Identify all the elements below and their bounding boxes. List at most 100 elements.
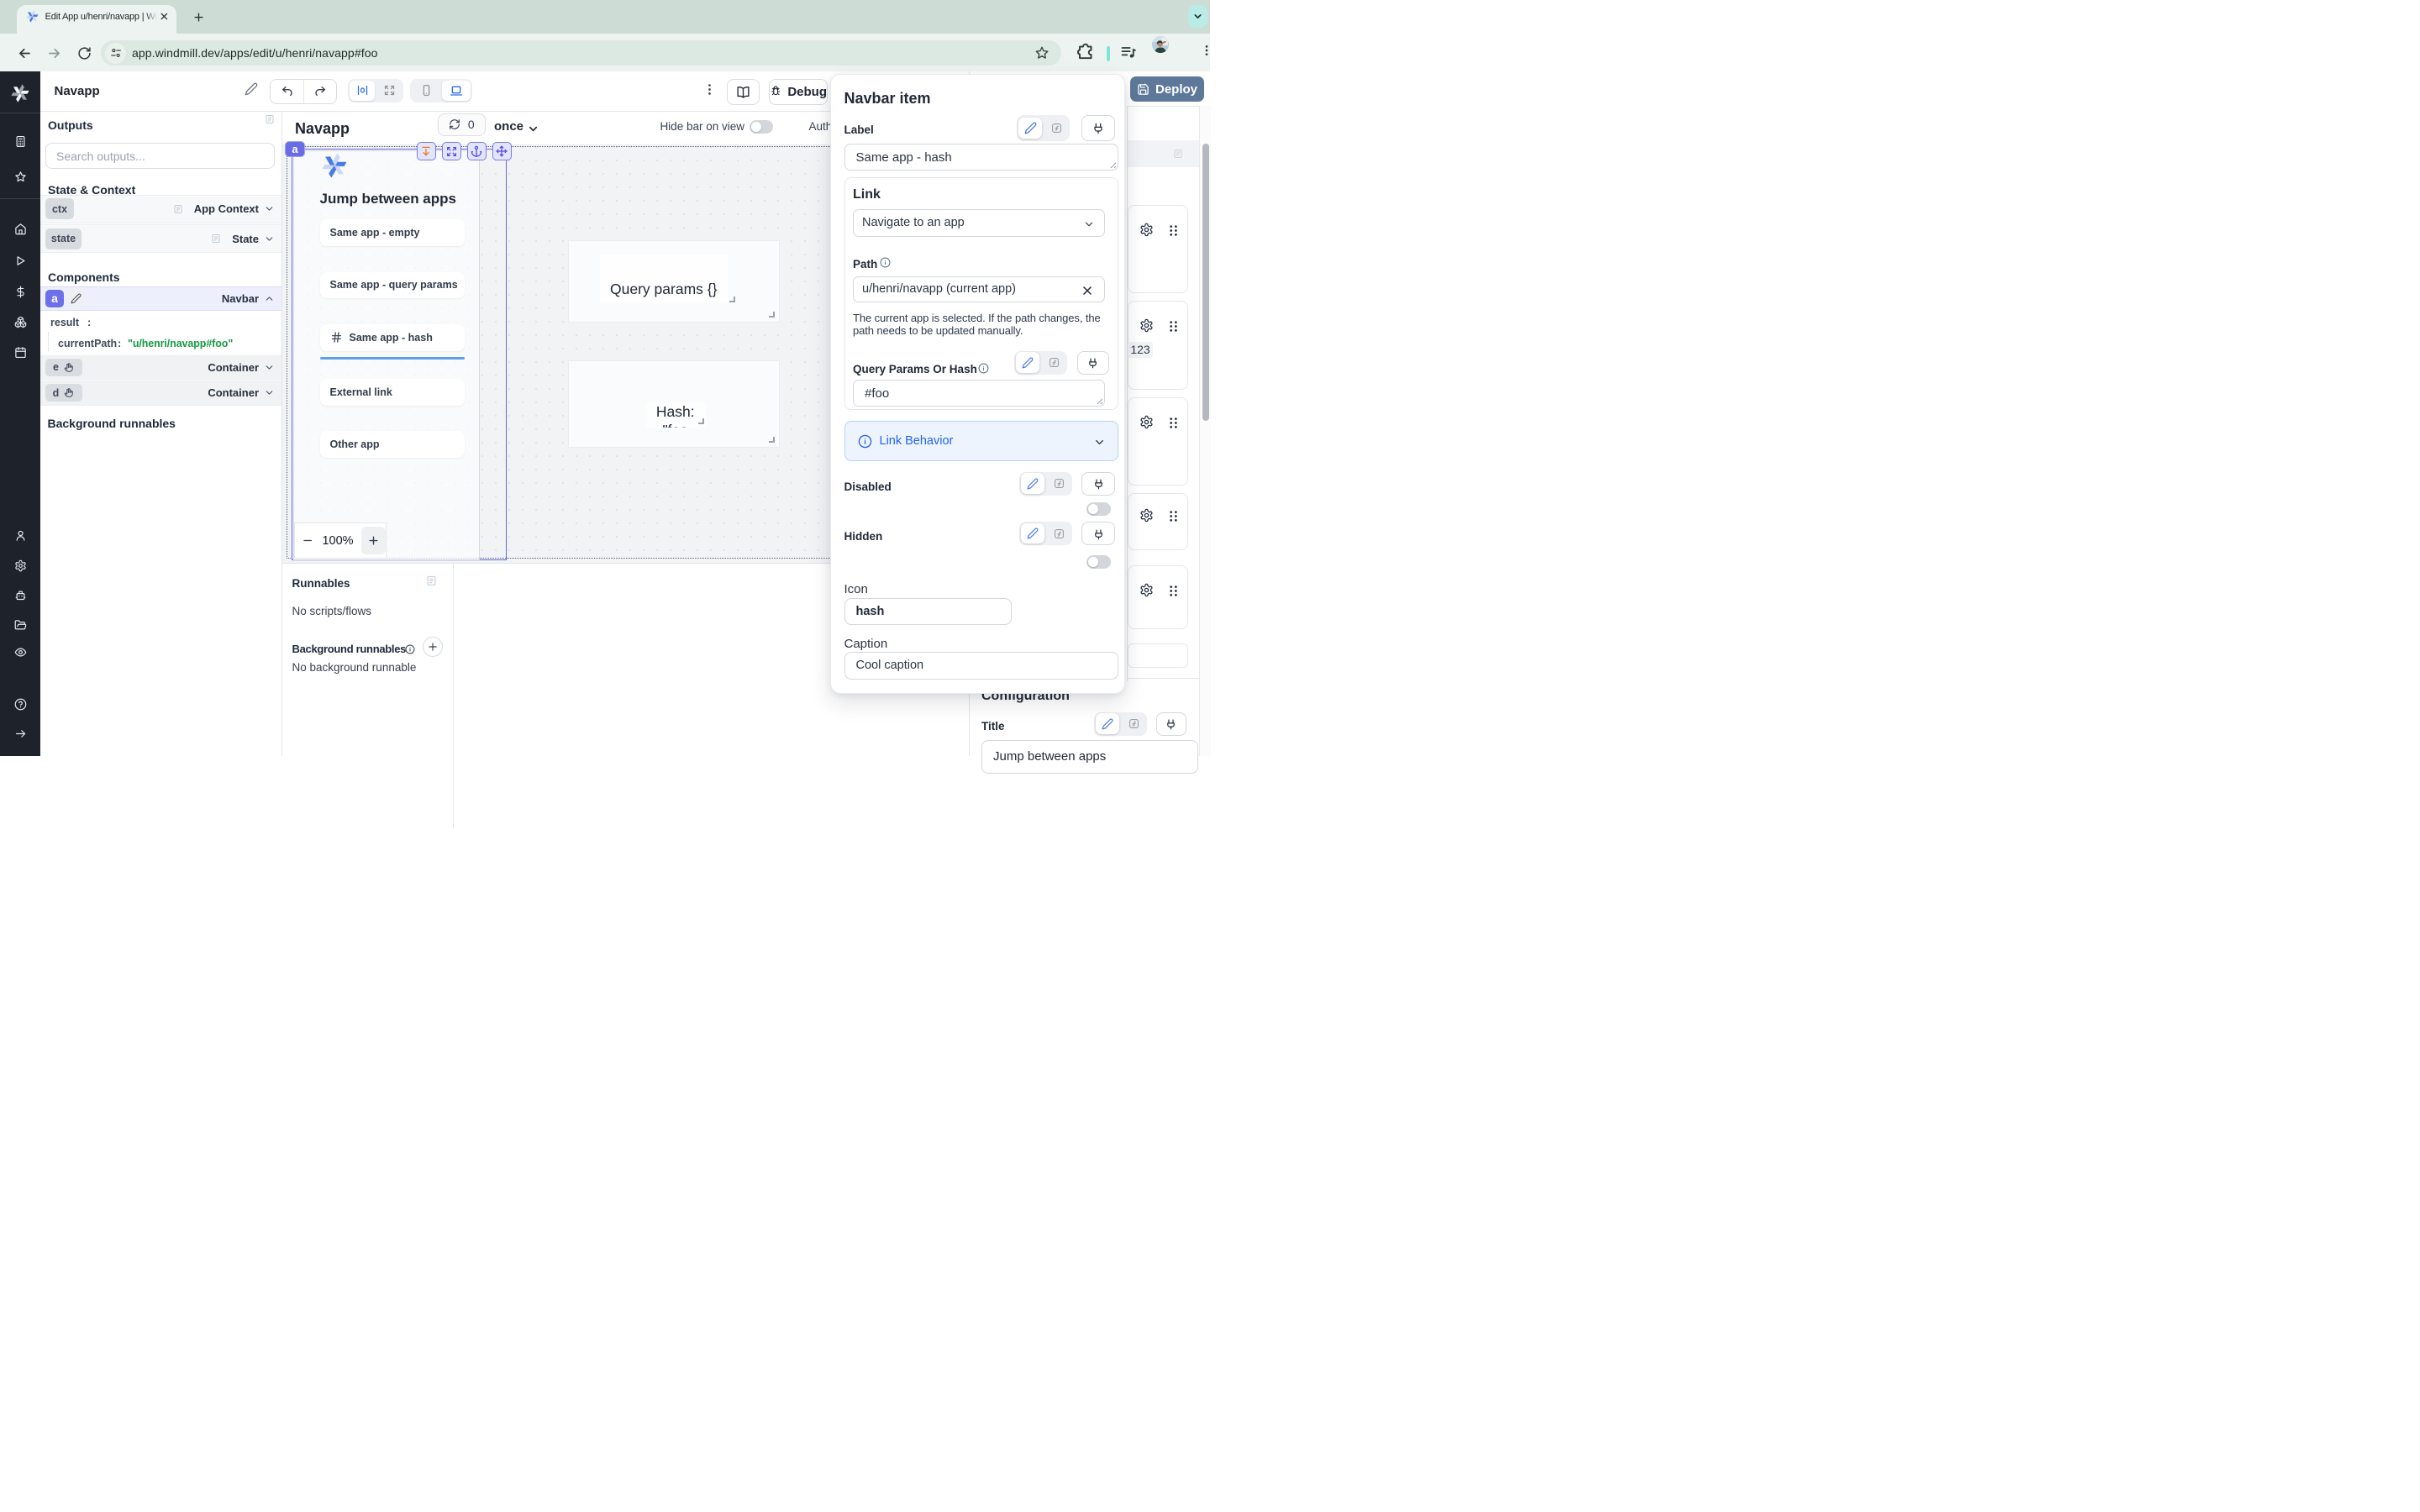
textarea-resize-grip[interactable] bbox=[1108, 160, 1116, 168]
variables-dollar-icon[interactable] bbox=[14, 286, 27, 298]
run-mode-select[interactable]: once bbox=[494, 119, 523, 134]
title-input[interactable]: Jump between apps bbox=[981, 740, 1198, 774]
drag-handle-icon[interactable] bbox=[1168, 509, 1179, 523]
resources-boxes-icon[interactable] bbox=[14, 316, 27, 328]
component-row-navbar[interactable]: a Navbar bbox=[40, 286, 281, 312]
link-behavior-section[interactable]: Link Behavior bbox=[844, 421, 1119, 461]
output-row-ctx[interactable]: ctx App Context bbox=[40, 195, 281, 223]
component-row-d[interactable]: d Container bbox=[40, 381, 281, 406]
resize-handle[interactable] bbox=[698, 418, 704, 424]
connect-plug-button[interactable] bbox=[1077, 351, 1109, 375]
zoom-out-button[interactable] bbox=[302, 534, 313, 547]
textarea-resize-grip[interactable] bbox=[1095, 396, 1102, 404]
search-outputs-input[interactable]: Search outputs... bbox=[45, 143, 275, 169]
profile-avatar[interactable] bbox=[1152, 36, 1169, 53]
fullscreen-component-button[interactable] bbox=[442, 142, 461, 160]
resize-handle[interactable] bbox=[769, 437, 775, 443]
panel-doc-icon[interactable] bbox=[265, 114, 275, 124]
hide-bar-toggle[interactable] bbox=[750, 120, 773, 134]
item-settings-gear-icon[interactable] bbox=[1139, 583, 1154, 597]
add-background-runnable-button[interactable] bbox=[423, 637, 443, 657]
browser-tab[interactable]: Edit App u/henri/navapp | Win bbox=[17, 5, 176, 34]
folders-icon[interactable] bbox=[14, 619, 27, 632]
caption-input[interactable]: Cool caption bbox=[844, 652, 1119, 680]
windmill-logo[interactable] bbox=[11, 84, 29, 102]
query-params-textarea[interactable]: #foo bbox=[853, 380, 1105, 407]
docs-button[interactable] bbox=[727, 79, 760, 105]
label-value-textarea[interactable]: Same app - hash bbox=[844, 144, 1119, 171]
disabled-toggle[interactable] bbox=[1086, 502, 1111, 516]
edit-app-name-pencil-icon[interactable] bbox=[245, 82, 258, 96]
bookmark-button[interactable] bbox=[1034, 45, 1050, 60]
tab-close-icon[interactable] bbox=[159, 11, 170, 22]
hash-card[interactable]: Hash:"foo bbox=[568, 360, 781, 448]
chevron-down-icon[interactable] bbox=[264, 362, 275, 373]
nav-item-external-link[interactable]: External link bbox=[320, 379, 466, 406]
forward-button[interactable] bbox=[41, 40, 66, 66]
favorites-star-icon[interactable] bbox=[14, 171, 27, 183]
debug-button[interactable]: Debug bbox=[769, 79, 828, 105]
center-layout-button[interactable] bbox=[350, 81, 375, 101]
drag-handle-icon[interactable] bbox=[1168, 584, 1179, 598]
schedules-calendar-icon[interactable] bbox=[14, 346, 27, 359]
drag-handle-icon[interactable] bbox=[1168, 416, 1179, 430]
function-editor-button[interactable] bbox=[1047, 473, 1071, 494]
connect-plug-button[interactable] bbox=[1081, 115, 1115, 141]
item-settings-gear-icon[interactable] bbox=[1139, 415, 1154, 429]
more-options-button[interactable] bbox=[702, 82, 717, 97]
static-editor-button[interactable] bbox=[1021, 523, 1044, 544]
site-info-button[interactable] bbox=[105, 43, 126, 64]
url-bar[interactable]: app.windmill.dev/apps/edit/u/henri/navap… bbox=[101, 40, 1061, 66]
desktop-view-button[interactable] bbox=[442, 81, 471, 101]
link-type-select[interactable]: Navigate to an app bbox=[853, 209, 1105, 237]
rename-component-button[interactable] bbox=[66, 290, 85, 307]
connect-plug-button[interactable] bbox=[1156, 712, 1187, 736]
navbar-component[interactable]: Jump between apps Same app - empty Same … bbox=[293, 150, 480, 561]
chevron-down-icon[interactable] bbox=[264, 203, 275, 214]
extensions-button[interactable] bbox=[1076, 42, 1096, 61]
reload-button[interactable] bbox=[71, 40, 97, 66]
drag-handle-icon[interactable] bbox=[1168, 223, 1179, 238]
item-settings-gear-icon[interactable] bbox=[1139, 508, 1154, 522]
resize-handle[interactable] bbox=[729, 297, 735, 302]
deploy-button[interactable]: Deploy bbox=[1130, 76, 1204, 102]
component-row-e[interactable]: e Container bbox=[40, 355, 281, 381]
nav-item-same-app-empty[interactable]: Same app - empty bbox=[320, 219, 466, 246]
navbar-item-card[interactable] bbox=[1128, 565, 1189, 630]
static-editor-button[interactable] bbox=[1018, 118, 1042, 139]
fullscreen-button[interactable] bbox=[376, 81, 402, 101]
tab-overview-button[interactable] bbox=[1188, 5, 1207, 28]
query-params-card[interactable]: Query params {} bbox=[568, 240, 781, 323]
static-editor-button[interactable] bbox=[1096, 713, 1119, 734]
nav-item-other-app[interactable]: Other app bbox=[320, 431, 466, 458]
mobile-view-button[interactable] bbox=[412, 81, 440, 101]
expand-sidebar-arrow-icon[interactable] bbox=[14, 727, 27, 740]
user-icon[interactable] bbox=[14, 529, 27, 542]
navbar-item-card[interactable] bbox=[1128, 205, 1189, 294]
function-editor-button[interactable] bbox=[1047, 523, 1071, 544]
undo-button[interactable] bbox=[271, 80, 303, 103]
icon-input[interactable]: hash bbox=[844, 598, 1013, 626]
audit-eye-icon[interactable] bbox=[14, 646, 27, 659]
output-row-state[interactable]: state State bbox=[40, 224, 281, 253]
scrollbar-thumb[interactable] bbox=[1202, 144, 1209, 421]
function-editor-button[interactable] bbox=[1122, 713, 1145, 734]
item-settings-gear-icon[interactable] bbox=[1139, 318, 1154, 333]
url-text[interactable]: app.windmill.dev/apps/edit/u/henri/navap… bbox=[132, 46, 377, 60]
redo-button[interactable] bbox=[303, 80, 336, 103]
clear-path-button[interactable] bbox=[1081, 284, 1094, 297]
settings-gear-icon[interactable] bbox=[14, 559, 27, 572]
calculator-icon[interactable] bbox=[14, 135, 27, 148]
static-editor-button[interactable] bbox=[1016, 352, 1039, 373]
panel-doc-icon[interactable] bbox=[1173, 149, 1183, 159]
back-button[interactable] bbox=[12, 40, 37, 66]
static-editor-button[interactable] bbox=[1021, 473, 1044, 494]
navbar-item-card[interactable] bbox=[1128, 397, 1189, 486]
connect-plug-button[interactable] bbox=[1081, 522, 1115, 545]
hidden-toggle[interactable] bbox=[1086, 555, 1111, 569]
chevron-down-icon[interactable] bbox=[527, 123, 539, 135]
expand-down-button[interactable] bbox=[417, 142, 436, 160]
media-controls-button[interactable] bbox=[1120, 44, 1137, 60]
chevron-down-icon[interactable] bbox=[264, 387, 275, 398]
component-id-tag[interactable]: a bbox=[285, 141, 305, 157]
